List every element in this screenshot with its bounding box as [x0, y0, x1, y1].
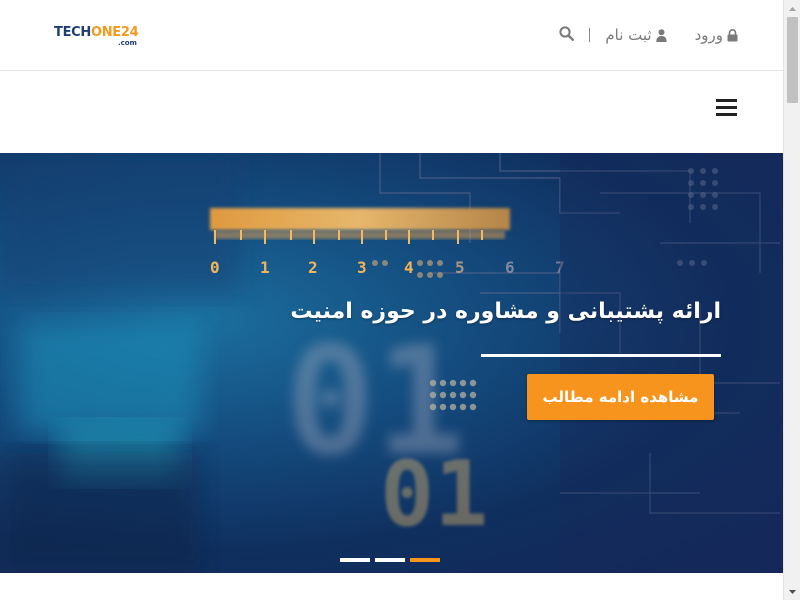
- divider: [589, 28, 591, 42]
- read-more-button[interactable]: مشاهده ادامه مطالب: [527, 374, 714, 420]
- register-label: ثبت نام: [605, 26, 652, 44]
- site-logo[interactable]: TECHONE24 .com: [54, 25, 144, 49]
- register-link[interactable]: ثبت نام: [605, 26, 667, 44]
- search-icon: [559, 25, 575, 45]
- slider-dot-2[interactable]: [375, 558, 405, 562]
- page: TECHONE24 .com ورود ثبت نام 0 1 2 3 4 5 …: [0, 0, 783, 600]
- big-digit: 01: [380, 442, 488, 547]
- login-link[interactable]: ورود: [695, 26, 738, 44]
- ruler-digit: 3: [357, 258, 367, 277]
- ruler-digit: 2: [308, 258, 318, 277]
- hero-divider: [481, 354, 721, 357]
- slider-dot-1[interactable]: [340, 558, 370, 562]
- ruler-digit: 6: [505, 258, 515, 277]
- vertical-scrollbar[interactable]: [783, 0, 800, 600]
- logo-domain: .com: [118, 39, 137, 47]
- top-bar: TECHONE24 .com ورود ثبت نام: [0, 0, 783, 71]
- search-button[interactable]: [559, 25, 575, 45]
- slider-dot-3-active[interactable]: [410, 558, 440, 562]
- hamburger-menu-icon[interactable]: [716, 99, 737, 117]
- scroll-up-arrow-icon[interactable]: [784, 0, 800, 17]
- login-label: ورود: [694, 26, 723, 44]
- main-navbar: [0, 71, 783, 153]
- hero-title: ارائه پشتیبانی و مشاوره در حوزه امنیت: [290, 299, 721, 324]
- scroll-down-arrow-icon[interactable]: [784, 583, 800, 600]
- ruler-digit: 0: [210, 258, 220, 277]
- ruler-digit: 5: [455, 258, 465, 277]
- scrollbar-thumb[interactable]: [787, 17, 798, 103]
- lock-icon: [727, 28, 738, 42]
- ruler-digit: 1: [260, 258, 270, 277]
- ruler-digit: 4: [404, 258, 414, 277]
- hero-slider: 0 1 2 3 4 5 6 7 01 01 ارائه پشتیبانی و م…: [0, 153, 783, 573]
- user-icon: [655, 28, 667, 42]
- hero-background-image: 0 1 2 3 4 5 6 7 01 01: [0, 153, 783, 573]
- account-links: ورود ثبت نام: [559, 24, 738, 46]
- slider-pagination: [340, 558, 440, 562]
